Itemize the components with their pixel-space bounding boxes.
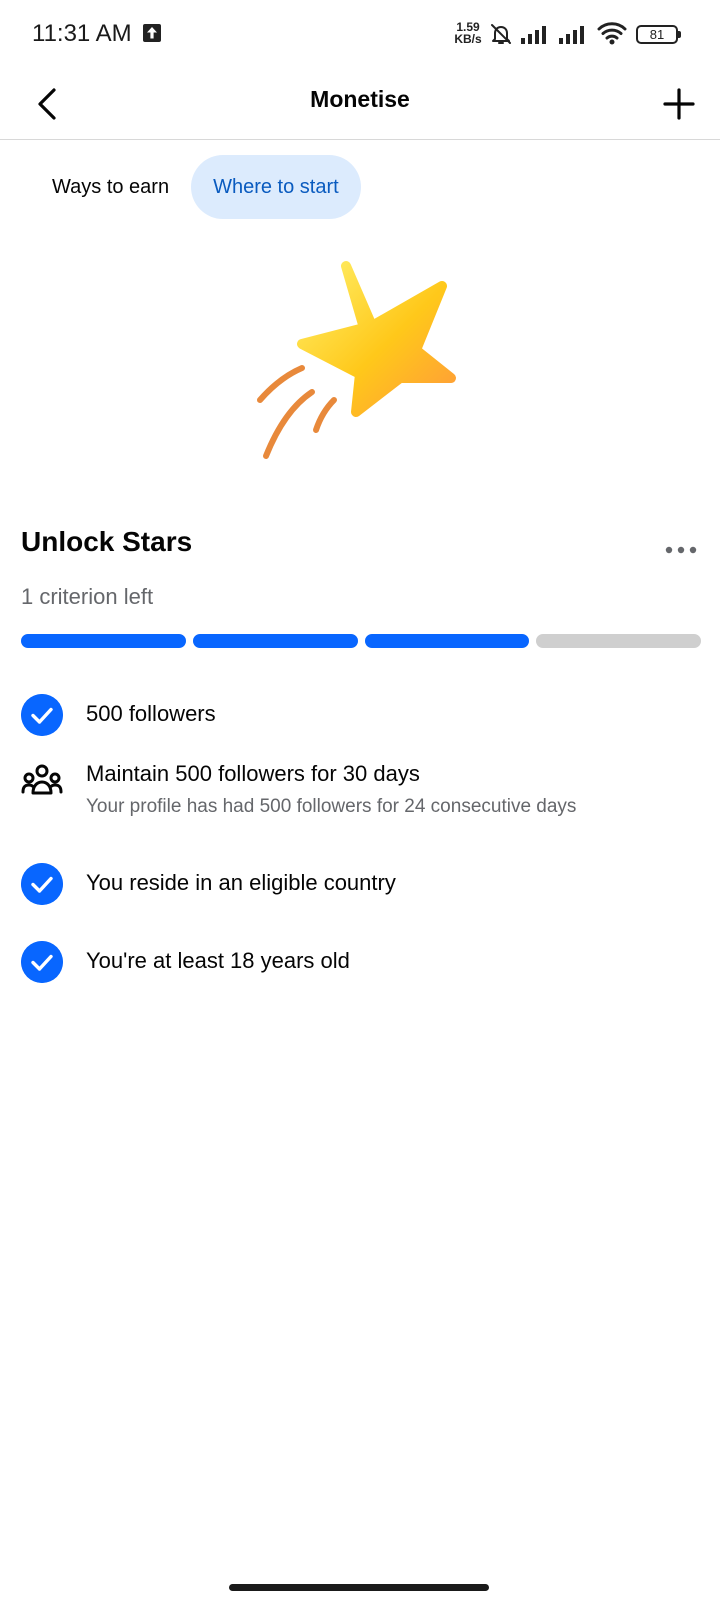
more-horizontal-icon[interactable] [664, 540, 698, 560]
status-time: 11:31 AM [32, 20, 132, 47]
check-circle-icon [21, 694, 63, 736]
section-title: Unlock Stars [21, 526, 193, 557]
progress-segment [192, 634, 358, 648]
criterion-title: 500 followers [86, 701, 216, 726]
app-header: Monetise [0, 68, 720, 140]
criterion-item: 500 followers [21, 694, 701, 736]
page-title: Monetise [310, 86, 410, 112]
add-button[interactable] [660, 82, 698, 126]
upload-icon [143, 24, 161, 42]
progress-segment [364, 634, 530, 648]
check-circle-icon [21, 941, 63, 983]
criteria-remaining: 1 criterion left [21, 584, 154, 609]
status-bar: 11:31 AM 1.59 KB/s 81 [0, 0, 720, 68]
criterion-item: You reside in an eligible country [21, 863, 701, 905]
criterion-item: You're at least 18 years old [21, 941, 701, 983]
tab-ways-to-earn[interactable]: Ways to earn [30, 155, 191, 219]
monetise-screen: 11:31 AM 1.59 KB/s 81 Monetise Ways to e… [0, 0, 720, 1600]
home-indicator[interactable] [229, 1584, 489, 1591]
criteria-progress-bar [21, 634, 701, 648]
battery-level: 81 [649, 27, 665, 42]
tab-where-to-start[interactable]: Where to start [191, 155, 361, 219]
progress-segment [21, 634, 186, 648]
criterion-title: Maintain 500 followers for 30 days [86, 761, 420, 786]
criterion-subtitle: Your profile has had 500 followers for 2… [86, 796, 577, 817]
progress-segment [536, 634, 701, 648]
criterion-item: Maintain 500 followers for 30 days Your … [21, 761, 701, 822]
network-speed: 1.59 KB/s [452, 21, 484, 45]
mute-icon [491, 24, 511, 44]
criterion-title: You're at least 18 years old [86, 948, 350, 973]
signal-icon [521, 26, 546, 44]
people-icon [21, 764, 63, 795]
signal-icon [559, 26, 584, 44]
criterion-title: You reside in an eligible country [86, 870, 396, 895]
wifi-icon [597, 22, 627, 45]
battery-icon: 81 [636, 25, 682, 44]
tab-bar: Ways to earn Where to start [30, 155, 361, 219]
shooting-star-icon [257, 261, 456, 459]
network-speed-unit: KB/s [454, 32, 482, 46]
check-circle-icon [21, 863, 63, 905]
